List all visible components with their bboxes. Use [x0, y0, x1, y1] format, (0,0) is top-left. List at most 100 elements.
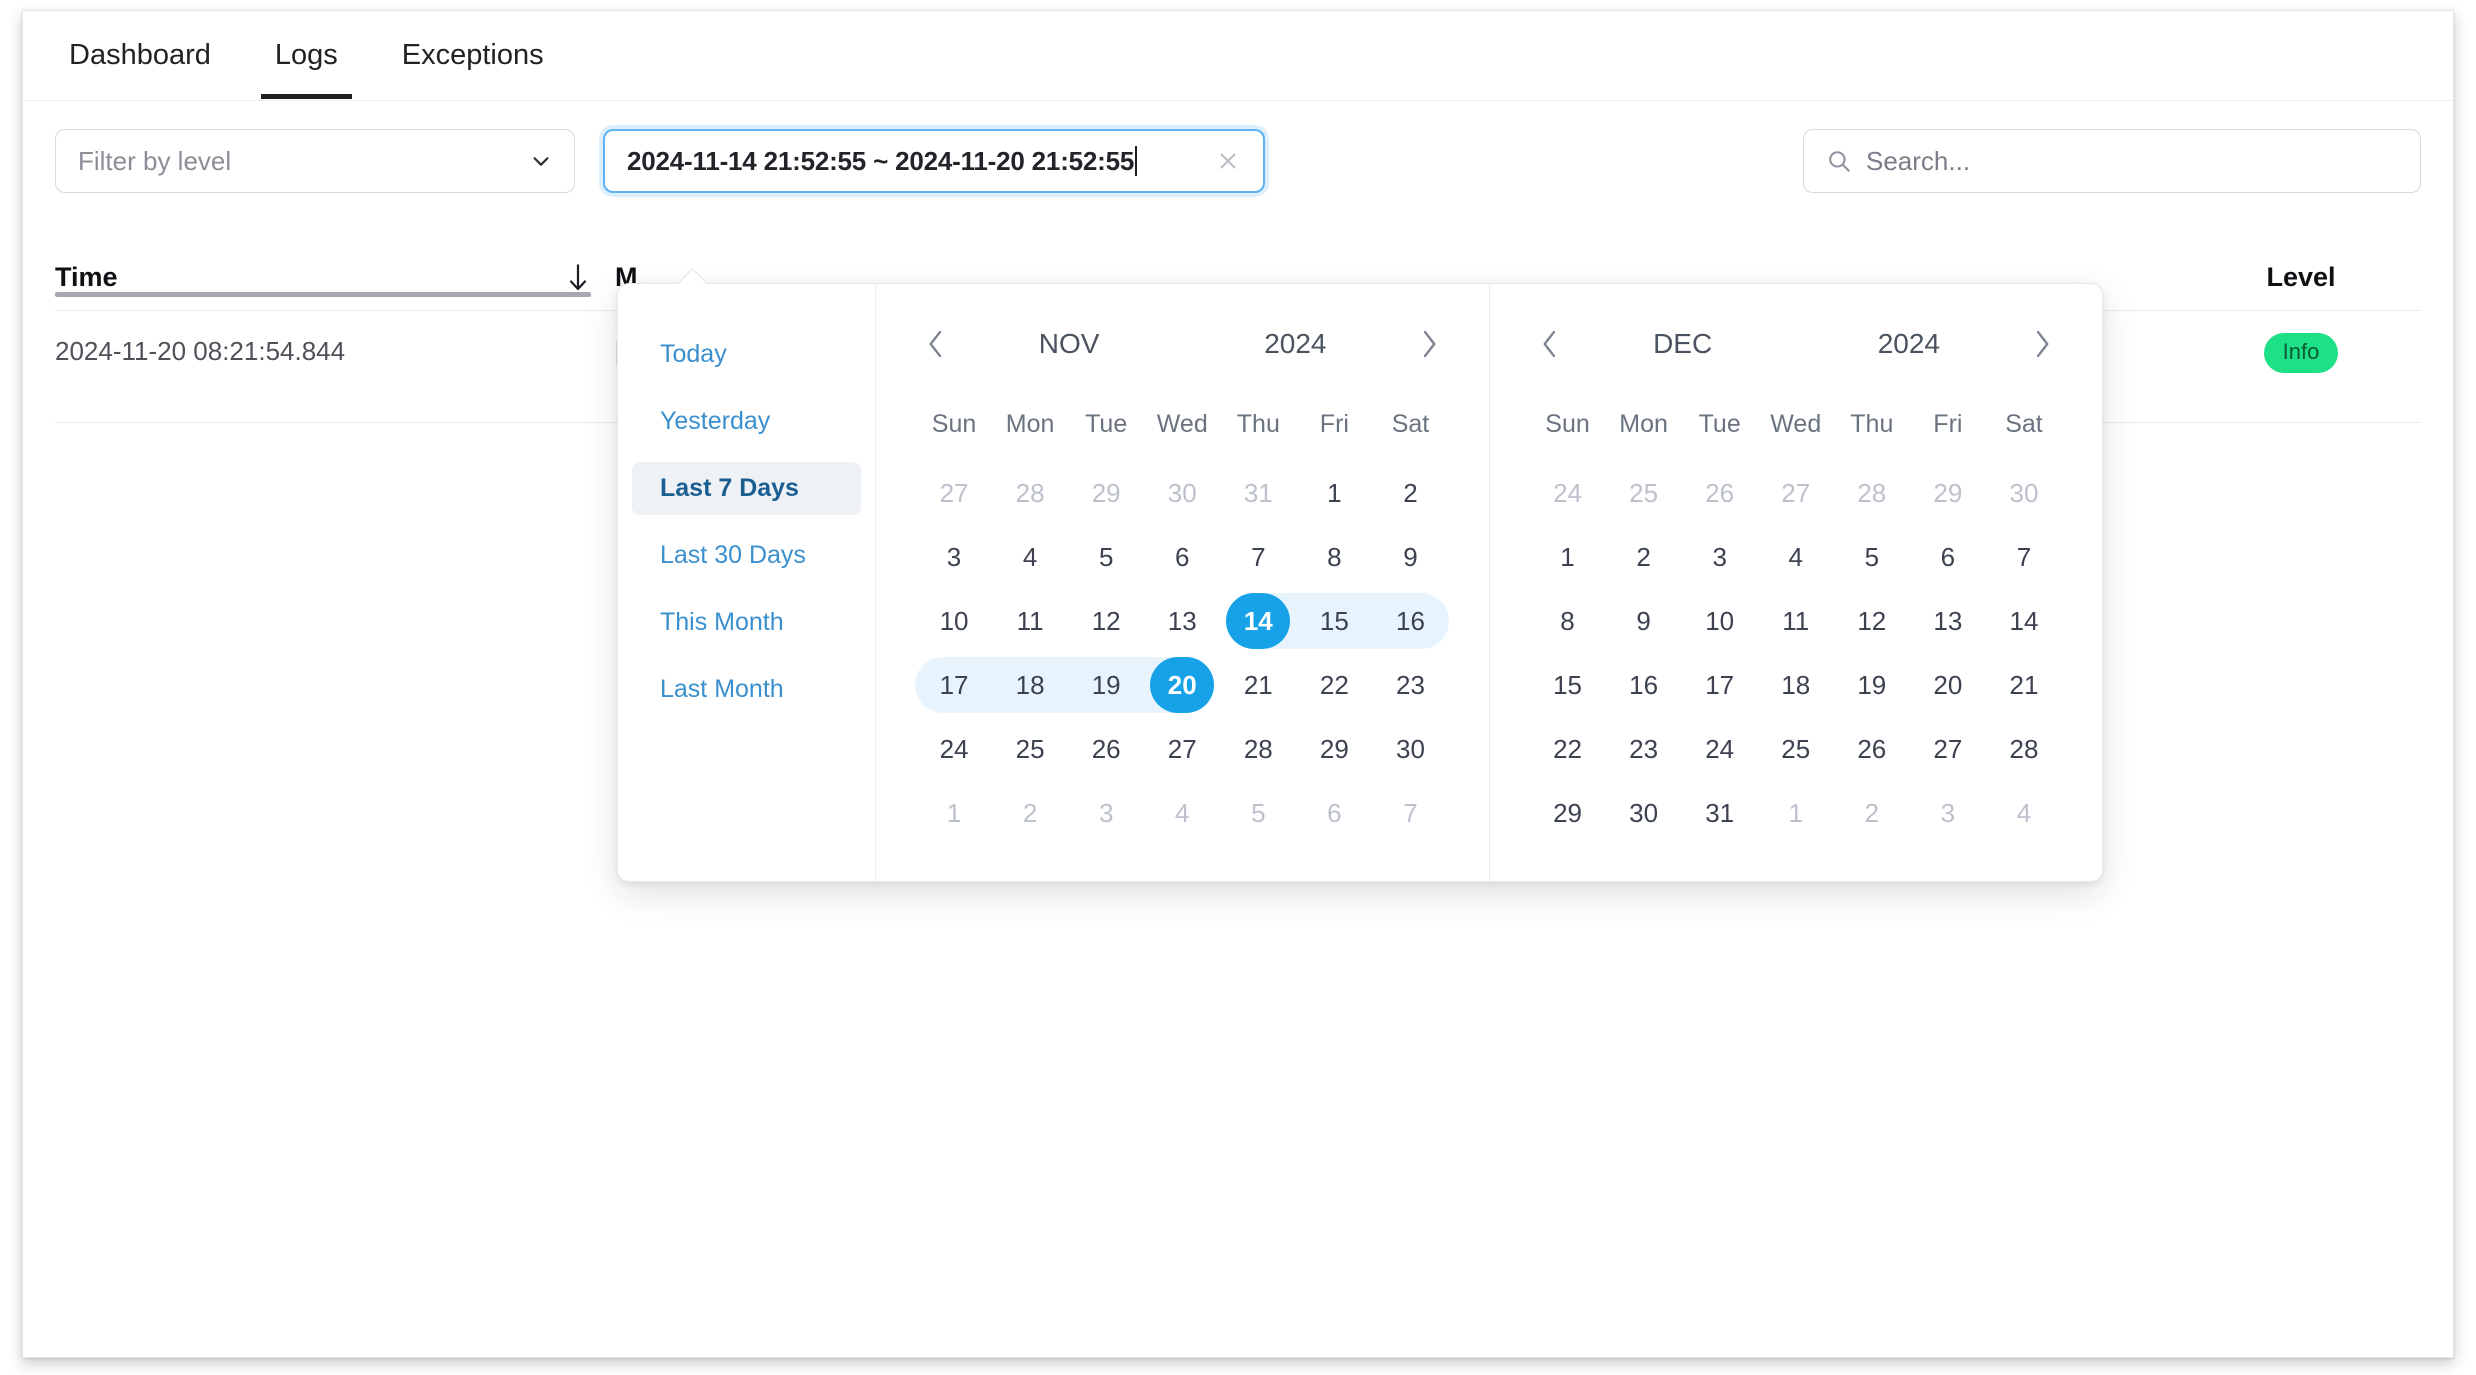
calendar-day-cell[interactable]: 11: [1758, 589, 1834, 653]
calendar-day-cell[interactable]: 27: [1144, 717, 1220, 781]
calendar-day-cell: 7: [1372, 781, 1448, 845]
calendar-day-cell[interactable]: 7: [1986, 525, 2062, 589]
calendar-day-cell[interactable]: 10: [916, 589, 992, 653]
calendar-day-cell[interactable]: 14: [1220, 589, 1296, 653]
calendar-day-cell[interactable]: 4: [992, 525, 1068, 589]
calendar-day-number: 1: [1560, 542, 1574, 573]
calendar-day-cell[interactable]: 22: [1530, 717, 1606, 781]
calendar-week-row: 3456789: [916, 525, 1449, 589]
shortcut-last-month[interactable]: Last Month: [632, 663, 861, 716]
calendar-day-cell[interactable]: 8: [1296, 525, 1372, 589]
calendar-day-cell[interactable]: 3: [916, 525, 992, 589]
calendar-day-number: 7: [2017, 542, 2031, 573]
calendar-day-cell[interactable]: 18: [992, 653, 1068, 717]
calendar-day-cell[interactable]: 28: [1220, 717, 1296, 781]
shortcut-last-30-days[interactable]: Last 30 Days: [632, 529, 861, 582]
calendar-day-cell[interactable]: 16: [1372, 589, 1448, 653]
calendar-day-cell[interactable]: 4: [1758, 525, 1834, 589]
calendar-day-cell[interactable]: 12: [1068, 589, 1144, 653]
calendar-day-cell[interactable]: 12: [1834, 589, 1910, 653]
calendar-day-cell[interactable]: 21: [1986, 653, 2062, 717]
calendar-day-cell[interactable]: 2: [1372, 461, 1448, 525]
calendar-right-month[interactable]: DEC: [1570, 328, 1796, 360]
calendar-right-header: DEC 2024: [1530, 318, 2063, 370]
calendar-day-cell[interactable]: 11: [992, 589, 1068, 653]
calendar-day-cell[interactable]: 7: [1220, 525, 1296, 589]
calendar-day-cell[interactable]: 9: [1606, 589, 1682, 653]
calendar-day-cell[interactable]: 17: [1682, 653, 1758, 717]
calendar-day-cell[interactable]: 19: [1834, 653, 1910, 717]
calendar-day-cell[interactable]: 25: [1758, 717, 1834, 781]
shortcut-last-30-days-label: Last 30 Days: [660, 541, 806, 569]
next-month-icon[interactable]: [2022, 324, 2062, 364]
arrow-down-icon[interactable]: [567, 263, 589, 293]
calendar-day-cell[interactable]: 13: [1144, 589, 1220, 653]
tab-dashboard[interactable]: Dashboard: [55, 13, 225, 98]
calendar-day-cell[interactable]: 1: [1530, 525, 1606, 589]
calendar-day-cell[interactable]: 25: [992, 717, 1068, 781]
tab-exceptions[interactable]: Exceptions: [388, 13, 558, 98]
calendar-day-cell[interactable]: 19: [1068, 653, 1144, 717]
calendar-left-year[interactable]: 2024: [1182, 328, 1408, 360]
calendar-day-number: 29: [1092, 478, 1121, 509]
level-filter-select[interactable]: Filter by level: [55, 129, 575, 193]
calendar-day-cell[interactable]: 10: [1682, 589, 1758, 653]
clear-icon[interactable]: [1215, 148, 1241, 174]
calendar-day-cell[interactable]: 6: [1910, 525, 1986, 589]
calendar-left-month[interactable]: NOV: [956, 328, 1182, 360]
calendar-day-cell[interactable]: 20: [1144, 653, 1220, 717]
calendar-day-cell[interactable]: 5: [1068, 525, 1144, 589]
calendar-day-cell[interactable]: 14: [1986, 589, 2062, 653]
calendar-day-cell[interactable]: 26: [1068, 717, 1144, 781]
calendar-day-cell: 28: [1834, 461, 1910, 525]
search-input[interactable]: Search...: [1803, 129, 2421, 193]
calendar-day-cell[interactable]: 6: [1144, 525, 1220, 589]
calendar-day-number: 5: [1865, 542, 1879, 573]
calendar-day-cell[interactable]: 29: [1296, 717, 1372, 781]
calendar-day-cell[interactable]: 3: [1682, 525, 1758, 589]
calendar-day-cell[interactable]: 30: [1606, 781, 1682, 845]
calendar-day-cell[interactable]: 28: [1986, 717, 2062, 781]
calendar-day-cell[interactable]: 17: [916, 653, 992, 717]
calendar-day-cell[interactable]: 1: [1296, 461, 1372, 525]
calendar-day-cell[interactable]: 13: [1910, 589, 1986, 653]
calendar-day-number: 26: [1857, 734, 1886, 765]
calendar-day-cell[interactable]: 31: [1682, 781, 1758, 845]
prev-month-icon[interactable]: [1530, 324, 1570, 364]
calendar-day-cell[interactable]: 20: [1910, 653, 1986, 717]
calendar-day-number: 17: [1705, 670, 1734, 701]
calendar-day-cell[interactable]: 24: [1682, 717, 1758, 781]
weekday-label: Mon: [992, 402, 1068, 461]
shortcut-today[interactable]: Today: [632, 328, 861, 381]
shortcut-yesterday[interactable]: Yesterday: [632, 395, 861, 448]
shortcut-last-7-days[interactable]: Last 7 Days: [632, 462, 861, 515]
calendar-day-cell[interactable]: 5: [1834, 525, 1910, 589]
calendar-day-cell[interactable]: 16: [1606, 653, 1682, 717]
date-range-input[interactable]: 2024-11-14 21:52:55 ~ 2024-11-20 21:52:5…: [603, 129, 1265, 193]
calendar-day-number: 3: [947, 542, 961, 573]
tab-logs[interactable]: Logs: [261, 13, 352, 98]
calendar-day-cell[interactable]: 2: [1606, 525, 1682, 589]
column-header-level[interactable]: Level: [2181, 262, 2421, 293]
calendar-day-cell[interactable]: 18: [1758, 653, 1834, 717]
calendar-day-number: 29: [1320, 734, 1349, 765]
calendar-day-cell[interactable]: 23: [1372, 653, 1448, 717]
calendar-day-cell[interactable]: 15: [1530, 653, 1606, 717]
shortcut-this-month[interactable]: This Month: [632, 596, 861, 649]
calendar-day-cell[interactable]: 30: [1372, 717, 1448, 781]
column-header-time[interactable]: Time: [55, 262, 615, 293]
calendar-day-cell[interactable]: 27: [1910, 717, 1986, 781]
calendar-day-cell[interactable]: 8: [1530, 589, 1606, 653]
calendar-day-cell[interactable]: 26: [1834, 717, 1910, 781]
calendar-right-year[interactable]: 2024: [1796, 328, 2022, 360]
next-month-icon[interactable]: [1409, 324, 1449, 364]
calendar-day-cell[interactable]: 15: [1296, 589, 1372, 653]
calendar-day-cell[interactable]: 23: [1606, 717, 1682, 781]
calendar-day-cell[interactable]: 21: [1220, 653, 1296, 717]
calendar-day-cell[interactable]: 29: [1530, 781, 1606, 845]
calendar-day-cell[interactable]: 24: [916, 717, 992, 781]
calendar-day-number: 17: [940, 670, 969, 701]
calendar-day-cell[interactable]: 9: [1372, 525, 1448, 589]
prev-month-icon[interactable]: [916, 324, 956, 364]
calendar-day-cell[interactable]: 22: [1296, 653, 1372, 717]
